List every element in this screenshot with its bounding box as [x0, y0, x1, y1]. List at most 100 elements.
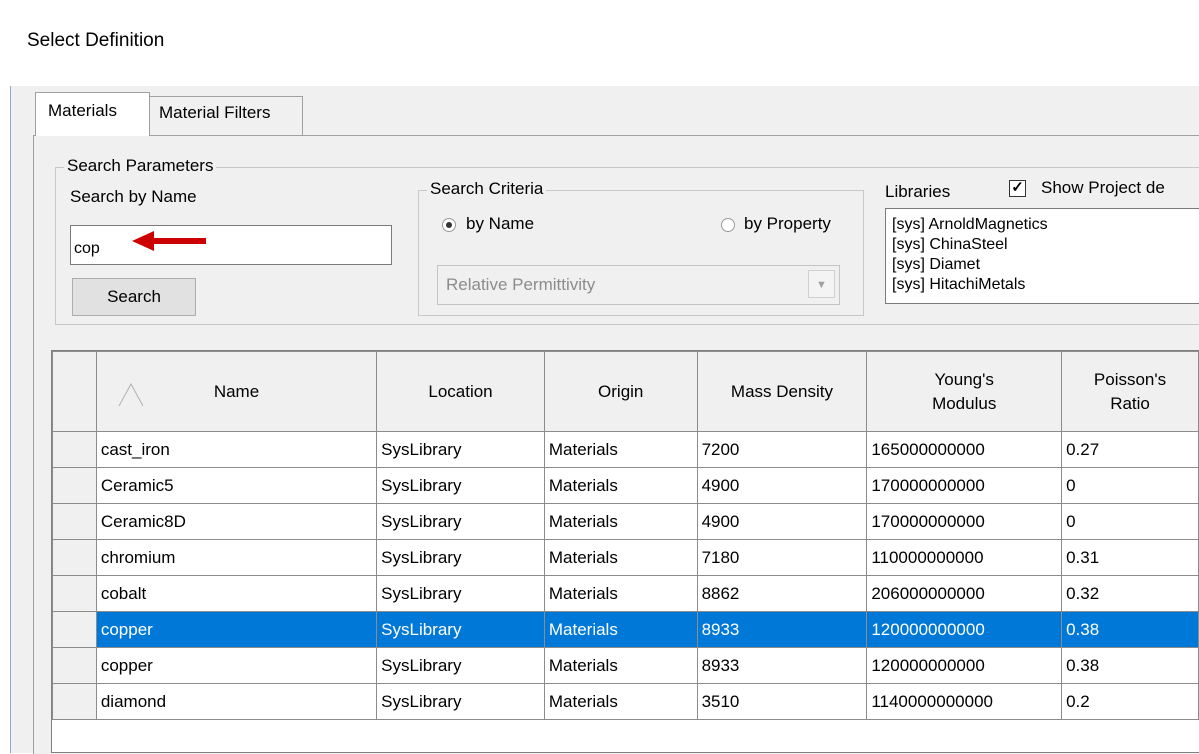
location-cell[interactable]: SysLibrary [376, 431, 545, 468]
search-by-name-label: Search by Name [70, 187, 197, 206]
youngs-modulus-cell[interactable]: 165000000000 [866, 431, 1063, 468]
table-row[interactable]: copper SysLibrary Materials 8933 12000000000… [52, 611, 1199, 648]
annotation-arrow-icon [132, 231, 206, 251]
column-header-poissons-ratio[interactable]: Poisson's Ratio [1061, 351, 1199, 432]
table-row[interactable]: Ceramic8D SysLibrary Materials 4900 17000000… [52, 503, 1199, 540]
libraries-label: Libraries [885, 182, 951, 201]
window-title: Select Definition [27, 30, 165, 51]
mass-density-cell[interactable]: 3510 [696, 683, 868, 720]
name-cell[interactable]: Ceramic8D [95, 503, 378, 540]
name-cell[interactable]: cobalt [95, 575, 378, 612]
youngs-modulus-cell[interactable]: 170000000000 [866, 467, 1063, 504]
column-header-origin[interactable]: Origin [543, 351, 698, 432]
youngs-modulus-cell[interactable]: 110000000000 [866, 539, 1063, 576]
mass-density-cell[interactable]: 8862 [696, 575, 868, 612]
location-cell[interactable]: SysLibrary [376, 611, 545, 648]
poissons-ratio-cell[interactable]: 0.38 [1061, 611, 1199, 648]
row-header[interactable] [52, 575, 97, 612]
poissons-ratio-cell[interactable]: 0.32 [1061, 575, 1199, 612]
name-cell[interactable]: Ceramic5 [95, 467, 378, 504]
show-project-checkbox[interactable]: ✓ [1009, 180, 1026, 197]
poissons-ratio-cell[interactable]: 0 [1061, 503, 1199, 540]
sort-ascending-icon [118, 382, 144, 407]
origin-cell[interactable]: Materials [543, 431, 698, 468]
mass-density-cell[interactable]: 8933 [696, 611, 868, 648]
poissons-ratio-cell[interactable]: 0 [1061, 467, 1199, 504]
title-bar: Select Definition [0, 0, 1199, 86]
youngs-modulus-cell[interactable]: 120000000000 [866, 647, 1063, 684]
mass-density-cell[interactable]: 7200 [696, 431, 868, 468]
row-header[interactable] [52, 683, 97, 720]
mass-density-cell[interactable]: 8933 [696, 647, 868, 684]
row-header[interactable] [52, 431, 97, 468]
table-row[interactable]: diamond SysLibrary Materials 3510 1140000000… [52, 683, 1199, 720]
tab-material-filters[interactable]: Material Filters [150, 96, 303, 136]
location-cell[interactable]: SysLibrary [376, 575, 545, 612]
row-header[interactable] [52, 539, 97, 576]
table-row[interactable]: cobalt SysLibrary Materials 8862 20600000000… [52, 575, 1199, 612]
name-cell[interactable]: cast_iron [95, 431, 378, 468]
origin-cell[interactable]: Materials [543, 647, 698, 684]
location-cell[interactable]: SysLibrary [376, 539, 545, 576]
mass-density-cell[interactable]: 4900 [696, 503, 868, 540]
library-item[interactable]: [sys] ArnoldMagnetics [886, 215, 1199, 235]
library-item[interactable]: [sys] HitachiMetals [886, 275, 1199, 295]
location-cell[interactable]: SysLibrary [376, 683, 545, 720]
location-cell[interactable]: SysLibrary [376, 467, 545, 504]
library-item[interactable]: [sys] ChinaSteel [886, 235, 1199, 255]
name-cell[interactable]: copper [95, 647, 378, 684]
by-property-label: by Property [744, 214, 831, 233]
name-cell[interactable]: diamond [95, 683, 378, 720]
by-name-radio[interactable] [442, 218, 456, 232]
table-row[interactable]: chromium SysLibrary Materials 7180 110000000… [52, 539, 1199, 576]
youngs-modulus-cell[interactable]: 206000000000 [866, 575, 1063, 612]
youngs-modulus-cell[interactable]: 120000000000 [866, 611, 1063, 648]
column-header-name[interactable]: Name [95, 351, 378, 432]
poissons-ratio-cell[interactable]: 0.31 [1061, 539, 1199, 576]
column-header-youngs-modulus[interactable]: Young's Modulus [866, 351, 1063, 432]
library-item[interactable]: [sys] Diamet [886, 255, 1199, 275]
youngs-modulus-label: Young's Modulus [932, 369, 997, 413]
table-row[interactable]: copper SysLibrary Materials 8933 12000000000… [52, 647, 1199, 684]
poissons-ratio-cell[interactable]: 0.38 [1061, 647, 1199, 684]
search-button[interactable]: Search [72, 278, 196, 316]
mass-density-cell[interactable]: 7180 [696, 539, 868, 576]
chevron-down-icon[interactable]: ▼ [808, 270, 835, 298]
property-select-value: Relative Permittivity [446, 275, 596, 294]
row-header[interactable] [52, 503, 97, 540]
location-cell[interactable]: SysLibrary [376, 503, 545, 540]
poissons-ratio-label: Poisson's Ratio [1093, 369, 1167, 413]
table-row[interactable]: Ceramic5 SysLibrary Materials 4900 170000000… [52, 467, 1199, 504]
origin-cell[interactable]: Materials [543, 575, 698, 612]
name-cell[interactable]: chromium [95, 539, 378, 576]
materials-grid[interactable]: Name Location Origin Mass Density Young'… [51, 350, 1199, 753]
origin-cell[interactable]: Materials [543, 503, 698, 540]
table-row[interactable]: cast_iron SysLibrary Materials 7200 16500000… [52, 431, 1199, 468]
grid-header-row: Name Location Origin Mass Density Young'… [52, 351, 1199, 432]
row-header[interactable] [52, 647, 97, 684]
youngs-modulus-cell[interactable]: 170000000000 [866, 503, 1063, 540]
tab-materials[interactable]: Materials [35, 92, 150, 136]
property-select[interactable]: Relative Permittivity ▼ [437, 265, 840, 305]
search-name-input[interactable] [70, 225, 392, 265]
origin-cell[interactable]: Materials [543, 539, 698, 576]
poissons-ratio-cell[interactable]: 0.2 [1061, 683, 1199, 720]
row-header[interactable] [52, 467, 97, 504]
mass-density-cell[interactable]: 4900 [696, 467, 868, 504]
row-header[interactable] [52, 611, 97, 648]
location-cell[interactable]: SysLibrary [376, 647, 545, 684]
grid-corner [52, 351, 97, 432]
poissons-ratio-cell[interactable]: 0.27 [1061, 431, 1199, 468]
name-cell[interactable]: copper [95, 611, 378, 648]
search-criteria-legend: Search Criteria [427, 179, 547, 199]
column-header-name-label: Name [213, 381, 260, 401]
libraries-list[interactable]: [sys] ArnoldMagnetics [sys] ChinaSteel [… [885, 208, 1199, 304]
youngs-modulus-cell[interactable]: 1140000000000 [866, 683, 1063, 720]
origin-cell[interactable]: Materials [543, 683, 698, 720]
by-name-label: by Name [466, 214, 535, 233]
origin-cell[interactable]: Materials [543, 467, 698, 504]
by-property-radio[interactable] [721, 218, 735, 232]
column-header-location[interactable]: Location [376, 351, 545, 432]
column-header-mass-density[interactable]: Mass Density [696, 351, 868, 432]
origin-cell[interactable]: Materials [543, 611, 698, 648]
